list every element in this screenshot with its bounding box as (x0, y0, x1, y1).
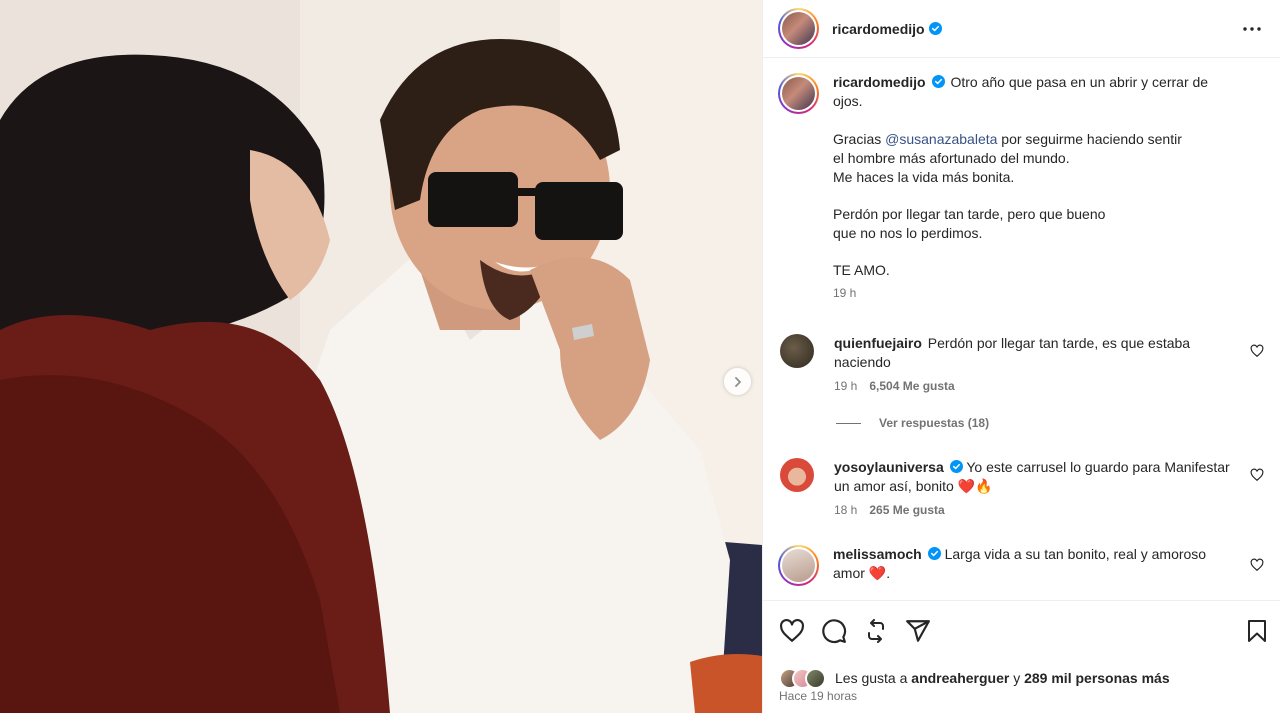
caption-line-2: ojos. (833, 93, 863, 109)
verified-badge-icon (931, 75, 945, 88)
posted-time[interactable]: Hace 19 horas (763, 689, 1280, 713)
share-button[interactable] (905, 618, 931, 644)
heart-icon[interactable] (1250, 558, 1264, 572)
caption-text: que no nos lo perdimos. (833, 225, 983, 241)
heart-icon[interactable] (1250, 344, 1264, 358)
heart-icon (780, 618, 804, 642)
caption-line-1: Otro año que pasa en un abrir y cerrar d… (950, 74, 1209, 90)
bookmark-icon (1248, 619, 1266, 642)
caption-text: por seguirme haciendo sentir (997, 131, 1182, 147)
comment-item: quienfuejairo Perdón por llegar tan tard… (778, 334, 1264, 394)
post-photo-scene (0, 0, 762, 713)
commenter-username[interactable]: melissamoch (833, 546, 922, 562)
caption-time[interactable]: 19 h (833, 286, 856, 300)
post-caption: ricardomedijo Otro año que pasa en un ab… (778, 73, 1264, 301)
post-side-panel: ricardomedijo ricardomedijo Otro año que… (762, 0, 1280, 713)
caption-text: Perdón por llegar tan tarde, pero que bu… (833, 206, 1106, 222)
caption-text: Gracias (833, 131, 886, 147)
likers-avatars[interactable] (779, 667, 826, 689)
commenter-username[interactable]: yosoylauniversa (834, 459, 944, 475)
comment-likes[interactable]: 6,504 Me gusta (869, 379, 954, 393)
repost-icon (868, 618, 884, 643)
verified-badge-icon (949, 460, 963, 473)
caption-paragraph-2: Gracias @susanazabaleta por seguirme hac… (833, 130, 1264, 149)
comment-item: yosoylauniversa Yo este carrusel lo guar… (778, 458, 1264, 518)
verified-badge-icon (928, 22, 942, 35)
caption-text: el hombre más afortunado del mundo. (833, 150, 1070, 166)
like-button[interactable] (779, 618, 805, 644)
comment-time[interactable]: 18 h (834, 503, 857, 517)
more-options-button[interactable] (1240, 17, 1264, 41)
likes-count[interactable]: 289 mil personas más (1024, 670, 1170, 686)
caption-text: TE AMO. (833, 262, 890, 278)
author-username[interactable]: ricardomedijo (832, 21, 925, 37)
comment-time[interactable]: 19 h (834, 379, 857, 393)
post-photo (0, 0, 762, 713)
view-replies-button[interactable]: Ver respuestas (18) (836, 416, 989, 430)
caption-text: Me haces la vida más bonita. (833, 169, 1015, 185)
commenter-avatar[interactable] (780, 458, 814, 492)
save-button[interactable] (1244, 618, 1270, 644)
author-avatar[interactable] (778, 8, 819, 49)
mention-link[interactable]: @susanazabaleta (885, 131, 997, 147)
commenter-avatar[interactable] (780, 334, 814, 368)
likes-prefix: Les gusta a (835, 670, 912, 686)
chevron-right-icon (734, 376, 741, 387)
post-header: ricardomedijo (763, 0, 1280, 58)
likes-text: Les gusta a andreaherguer y 289 mil pers… (835, 670, 1170, 686)
comment-icon (822, 618, 847, 643)
liker-username[interactable]: andreaherguer (911, 670, 1009, 686)
commenter-username[interactable]: quienfuejairo (834, 335, 922, 351)
repost-button[interactable] (863, 618, 889, 644)
verified-badge-icon (927, 547, 941, 560)
more-icon (1243, 26, 1261, 31)
comment-button[interactable] (821, 618, 847, 644)
caption-author-username[interactable]: ricardomedijo (833, 74, 926, 90)
post-actions-bar (763, 600, 1280, 660)
comments-scroll-area[interactable]: ricardomedijo Otro año que pasa en un ab… (763, 58, 1280, 600)
comment-item: melissamoch Larga vida a su tan bonito, … (778, 545, 1264, 586)
view-replies-label: Ver respuestas (18) (879, 416, 990, 430)
likes-connector: y (1009, 670, 1025, 686)
share-icon (906, 619, 930, 642)
heart-icon[interactable] (1250, 468, 1264, 482)
commenter-avatar[interactable] (778, 545, 819, 586)
caption-author-avatar[interactable] (778, 73, 819, 114)
comment-likes[interactable]: 265 Me gusta (869, 503, 944, 517)
next-slide-button[interactable] (724, 368, 751, 395)
